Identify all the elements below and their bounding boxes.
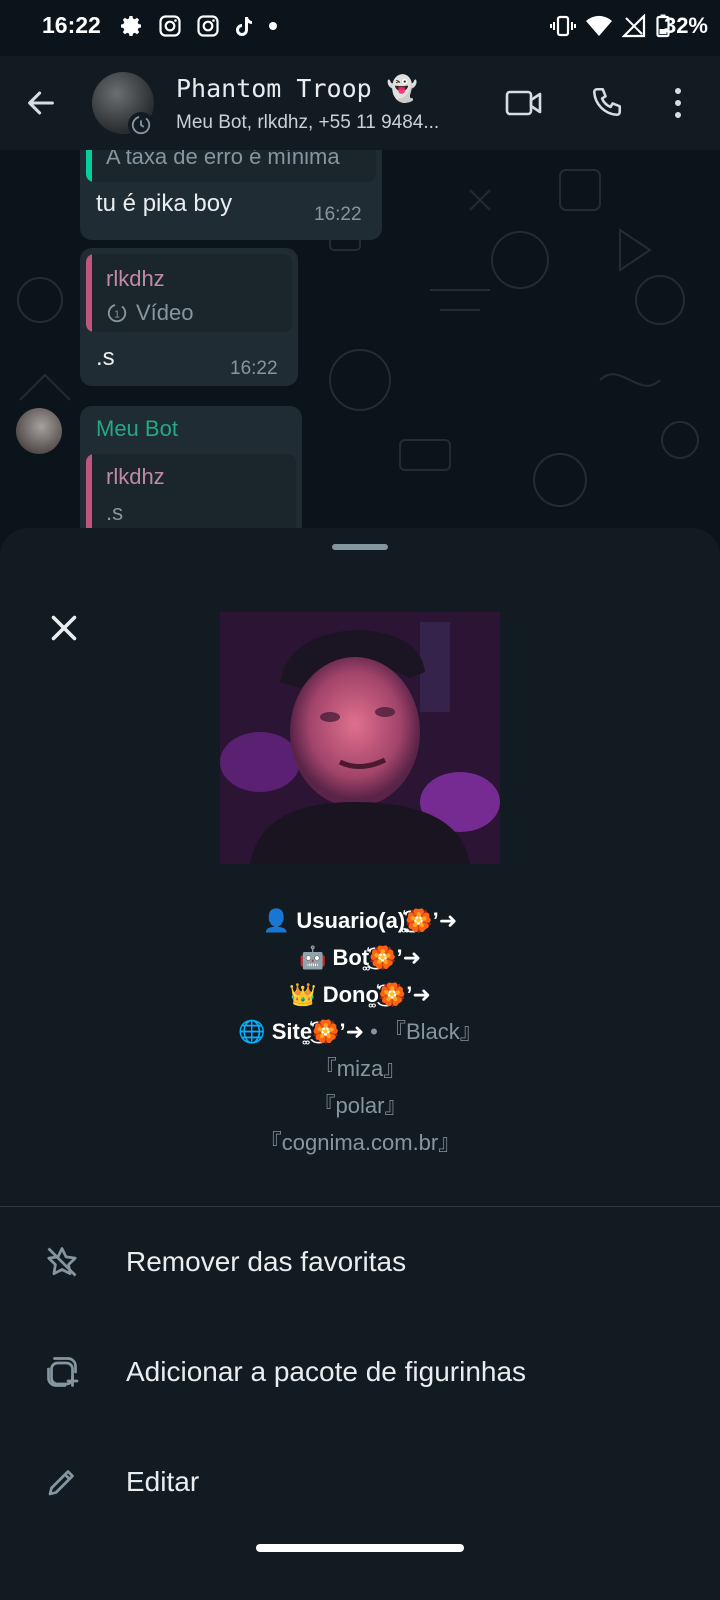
status-notification-icons: [120, 14, 278, 38]
instagram-icon: [159, 15, 181, 37]
pack-site-line: 『cognima.com.br』: [259, 1130, 461, 1155]
info-extra: • 『Black』: [364, 1019, 482, 1044]
quoted-text: Vídeo: [136, 300, 194, 325]
tiktok-icon: [236, 17, 252, 36]
message-bubble[interactable]: Meu Bot rlkdhz .s: [80, 406, 302, 540]
chat-header: Phantom Troop 👻 Meu Bot, rlkdhz, +55 11 …: [0, 56, 720, 151]
message-bubble[interactable]: rlkdhz 1 Vídeo .s 16:22: [80, 248, 298, 386]
dot-icon: [269, 22, 277, 30]
signal-icon: [622, 14, 646, 38]
quoted-message[interactable]: A taxa de erro é mínima: [86, 150, 376, 182]
message-text: .s: [96, 344, 115, 371]
option-label: Adicionar a pacote de figurinhas: [126, 1356, 527, 1387]
drag-handle[interactable]: [332, 544, 388, 550]
info-label: Bot͚͛͜͡🏵️’➜: [332, 945, 422, 970]
quoted-author: rlkdhz: [106, 464, 165, 489]
status-bar: 16:22 32%: [0, 0, 720, 56]
voice-call-icon[interactable]: [590, 85, 624, 119]
quote-accent-bar: [86, 150, 92, 182]
info-label: Dono͚͛͜͡🏵️’➜: [322, 982, 431, 1007]
info-line-owner: 👑 Dono͚͛͜͡🏵️’➜: [0, 976, 720, 1013]
more-options-icon[interactable]: [672, 86, 684, 120]
chat-participants[interactable]: Meu Bot, rlkdhz, +55 11 9484...: [176, 112, 476, 134]
sender-avatar[interactable]: [16, 408, 62, 454]
quoted-text: .s: [106, 500, 124, 525]
vibrate-icon: [550, 15, 576, 37]
disappearing-timer-icon: [128, 112, 154, 138]
close-icon[interactable]: [46, 610, 82, 646]
chat-title[interactable]: Phantom Troop 👻: [176, 74, 418, 104]
status-time: 16:22: [42, 12, 101, 38]
info-line-bot: 🤖 Bot͚͛͜͡🏵️’➜: [0, 939, 720, 976]
robot-emoji: 🤖: [298, 945, 327, 970]
sender-name[interactable]: Meu Bot: [96, 416, 178, 442]
divider: [0, 1206, 720, 1207]
crown-emoji: 👑: [289, 982, 317, 1007]
quote-accent-bar: [86, 254, 92, 332]
battery-percent: 32%: [663, 13, 708, 38]
chat-messages[interactable]: A taxa de erro é mínima tu é pika boy 16…: [0, 150, 720, 540]
user-emoji: 👤: [262, 908, 291, 933]
quoted-author: rlkdhz: [106, 266, 165, 291]
back-arrow-icon[interactable]: [24, 86, 58, 120]
remove-favorite-option[interactable]: Remover das favoritas: [0, 1212, 720, 1312]
info-label: Site͚͛͜͡🏵️’➜: [271, 1019, 365, 1044]
globe-emoji: 🌐: [238, 1019, 266, 1044]
sticker-bottom-sheet: 👤 Usuario(a)͚͛͜͜͡͡🏵️’➜ 🤖 Bot͚͛͜͡🏵️’➜ 👑 D…: [0, 528, 720, 1600]
message-time: 16:22: [230, 358, 278, 379]
quoted-text: A taxa de erro é mínima: [106, 150, 340, 169]
star-off-icon: [47, 1247, 77, 1277]
video-call-icon[interactable]: [505, 89, 543, 117]
settings-icon: [121, 16, 141, 36]
pack-author-line: 『polar』: [313, 1093, 407, 1118]
add-to-sticker-pack-option[interactable]: Adicionar a pacote de figurinhas: [0, 1322, 720, 1422]
edit-option[interactable]: Editar: [0, 1432, 720, 1532]
status-system-icons: [550, 14, 670, 38]
pencil-icon: [48, 1470, 74, 1496]
message-bubble[interactable]: A taxa de erro é mínima tu é pika boy 16…: [80, 150, 382, 240]
instagram-icon: [197, 15, 219, 37]
sticker-pack-info: 👤 Usuario(a)͚͛͜͜͡͡🏵️’➜ 🤖 Bot͚͛͜͡🏵️’➜ 👑 D…: [0, 902, 720, 1161]
sticker-add-icon: [47, 1357, 79, 1387]
option-label: Editar: [126, 1466, 200, 1497]
message-text: tu é pika boy: [96, 190, 233, 217]
quoted-message[interactable]: rlkdhz 1 Vídeo: [86, 254, 292, 332]
home-gesture-bar[interactable]: [256, 1544, 464, 1552]
svg-text:1: 1: [114, 310, 120, 321]
option-label: Remover das favoritas: [126, 1246, 407, 1277]
info-line-user: 👤 Usuario(a)͚͛͜͜͡͡🏵️’➜: [0, 902, 720, 939]
message-time: 16:22: [314, 204, 362, 225]
sticker-preview: [220, 612, 500, 864]
pack-author-line: 『miza』: [314, 1056, 406, 1081]
info-line-site: 🌐 Site͚͛͜͡🏵️’➜ • 『Black』: [0, 1013, 720, 1050]
video-timer-icon: 1: [107, 303, 127, 323]
info-label: Usuario(a)͚͛͜͜͡͡🏵️’➜: [296, 908, 458, 933]
wifi-icon: [586, 15, 612, 36]
